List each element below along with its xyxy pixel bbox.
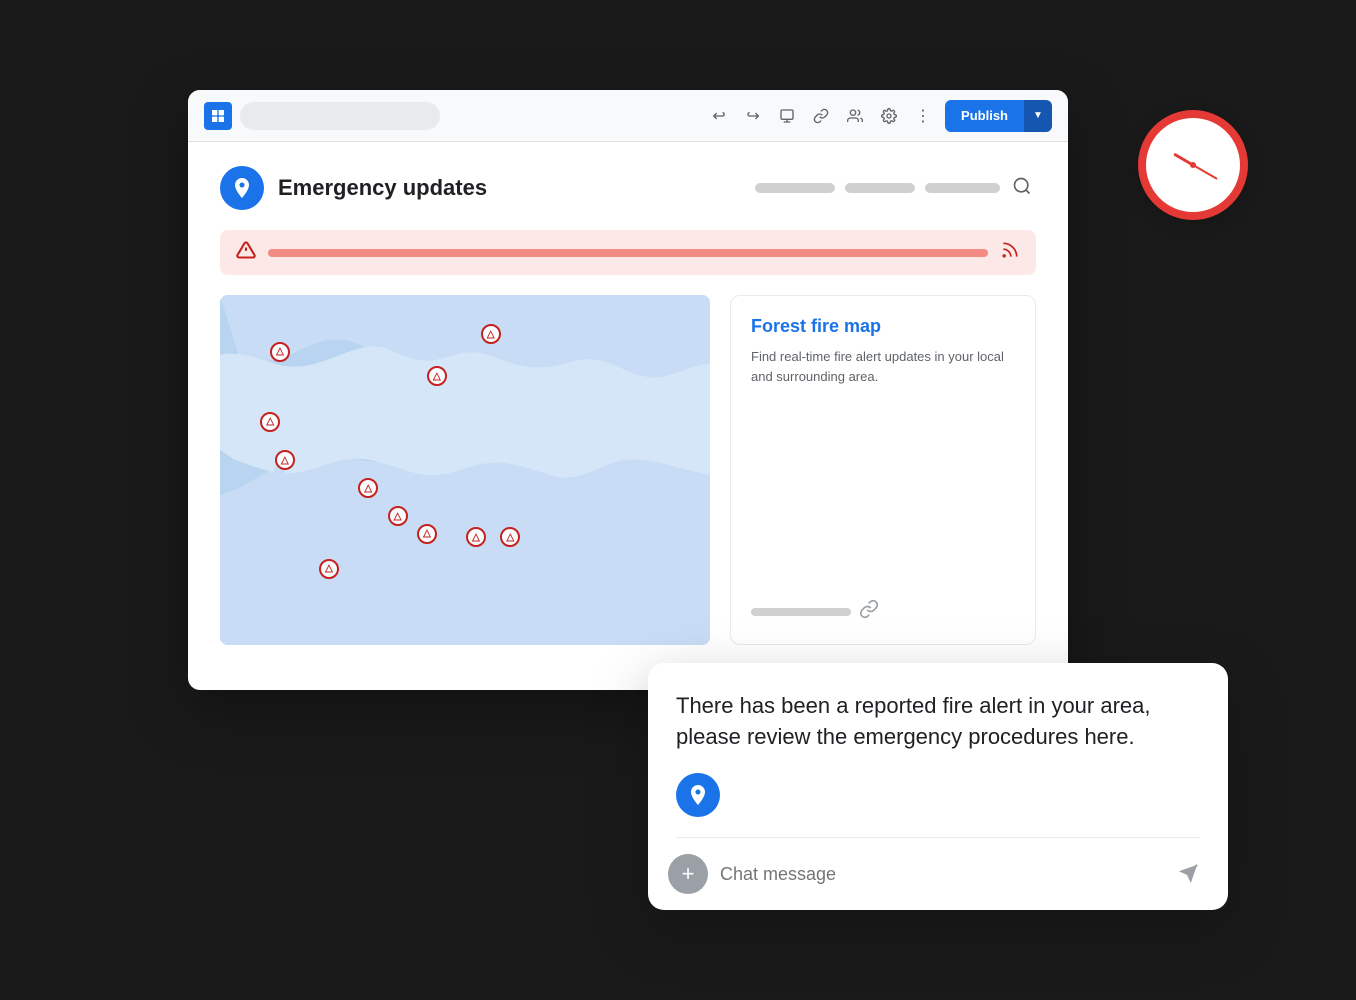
site-header: Emergency updates <box>220 166 1036 210</box>
link-icon[interactable] <box>807 102 835 130</box>
browser-logo <box>204 102 232 130</box>
fire-card-title: Forest fire map <box>751 316 1015 337</box>
chat-message-text: There has been a reported fire alert in … <box>676 691 1200 753</box>
chat-avatar <box>676 773 720 817</box>
clock-circle <box>1138 110 1248 220</box>
fire-card: Forest fire map Find real-time fire aler… <box>730 295 1036 645</box>
map-container: △ △ △ △ △ △ <box>220 295 710 645</box>
nav-pills <box>755 183 1000 193</box>
fire-marker: △ <box>499 526 521 548</box>
alert-triangle-icon <box>236 240 256 265</box>
fire-marker: △ <box>274 449 296 471</box>
alert-progress-bar <box>268 249 988 257</box>
browser-toolbar: ↩ ↪ ⋮ Publish ▼ <box>188 90 1068 142</box>
redo-icon[interactable]: ↪ <box>739 102 767 130</box>
undo-icon[interactable]: ↩ <box>705 102 733 130</box>
chat-input-area: + <box>648 838 1228 910</box>
website-content: Emergency updates <box>188 142 1068 669</box>
nav-pill-1[interactable] <box>755 183 835 193</box>
link-chain-icon[interactable] <box>859 599 879 624</box>
scene: ↩ ↪ ⋮ Publish ▼ <box>128 90 1228 910</box>
site-title: Emergency updates <box>278 175 755 201</box>
fire-marker: △ <box>465 526 487 548</box>
frame-icon[interactable] <box>773 102 801 130</box>
browser-window: ↩ ↪ ⋮ Publish ▼ <box>188 90 1068 690</box>
fire-marker: △ <box>426 365 448 387</box>
publish-btn-group: Publish ▼ <box>945 100 1052 132</box>
publish-button[interactable]: Publish <box>945 100 1024 132</box>
publish-arrow-button[interactable]: ▼ <box>1024 100 1052 132</box>
fire-marker: △ <box>318 558 340 580</box>
settings-icon[interactable] <box>875 102 903 130</box>
clock-face <box>1158 130 1228 200</box>
chat-message-input[interactable] <box>720 864 1156 885</box>
fire-card-description: Find real-time fire alert updates in you… <box>751 347 1015 386</box>
people-icon[interactable] <box>841 102 869 130</box>
nav-pill-2[interactable] <box>845 183 915 193</box>
alert-banner <box>220 230 1036 275</box>
nav-pill-3[interactable] <box>925 183 1000 193</box>
main-content: △ △ △ △ △ △ <box>220 295 1036 645</box>
clock-minute-hand <box>1193 164 1218 180</box>
fire-marker: △ <box>357 477 379 499</box>
fire-marker: △ <box>259 411 281 433</box>
rss-icon <box>1000 240 1020 265</box>
chat-add-button[interactable]: + <box>668 854 708 894</box>
fire-marker: △ <box>269 341 291 363</box>
chat-panel: There has been a reported fire alert in … <box>648 663 1228 910</box>
fire-card-link-area <box>751 599 1015 624</box>
search-icon[interactable] <box>1012 176 1036 200</box>
chat-message-area: There has been a reported fire alert in … <box>648 663 1228 837</box>
fire-marker: △ <box>387 505 409 527</box>
fire-marker: △ <box>416 523 438 545</box>
browser-title-bar <box>240 102 440 130</box>
toolbar-icons: ↩ ↪ ⋮ <box>705 102 937 130</box>
clock-center-dot <box>1190 162 1196 168</box>
more-icon[interactable]: ⋮ <box>909 102 937 130</box>
site-logo <box>220 166 264 210</box>
chat-send-button[interactable] <box>1168 854 1208 894</box>
fire-marker: △ <box>480 323 502 345</box>
fire-card-link-bar <box>751 608 851 616</box>
